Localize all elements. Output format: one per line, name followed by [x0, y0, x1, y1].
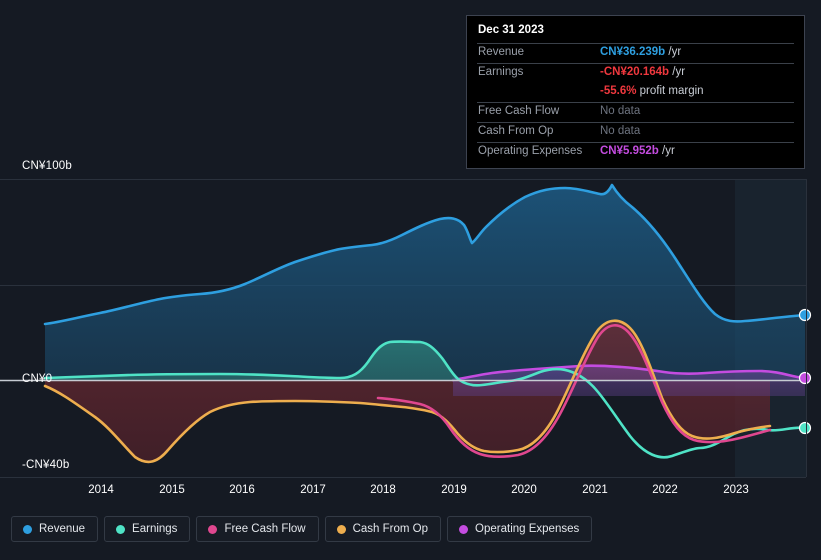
tooltip-label-free-cash-flow: Free Cash Flow: [478, 105, 560, 117]
tooltip-num-revenue: CN¥36.239b: [600, 46, 666, 58]
legend-label-revenue: Revenue: [39, 523, 86, 535]
y-tick-label-100b: CN¥100b: [22, 160, 72, 172]
tooltip-row-earnings: Earnings -CN¥20.164b /yr: [477, 63, 794, 83]
tooltip-row-free-cash-flow: Free Cash Flow No data: [477, 102, 794, 122]
x-tick-label-2021: 2021: [582, 484, 608, 496]
tooltip-num-operating-expenses: CN¥5.952b: [600, 145, 659, 157]
legend-label-free-cash-flow: Free Cash Flow: [224, 523, 306, 535]
x-tick-label-2018: 2018: [370, 484, 396, 496]
x-tick-label-2020: 2020: [511, 484, 537, 496]
y-tick-label-0: CN¥0: [22, 373, 53, 385]
x-tick-label-2022: 2022: [652, 484, 678, 496]
tooltip-num-earnings: -CN¥20.164b: [600, 66, 670, 78]
tooltip-unit-earnings: /yr: [672, 66, 686, 78]
y-tick-label-neg40b: -CN¥40b: [22, 459, 70, 471]
x-tick-label-2019: 2019: [441, 484, 467, 496]
tooltip-value-profit-margin: -55.6% profit margin: [600, 85, 704, 97]
legend-item-revenue[interactable]: Revenue: [11, 516, 99, 542]
tooltip-num-profit-margin: -55.6%: [600, 85, 637, 97]
legend-item-cash-from-op[interactable]: Cash From Op: [324, 516, 442, 542]
data-tooltip: Dec 31 2023 Revenue CN¥36.239b /yr Earni…: [466, 15, 805, 169]
chart-page: CN¥100b CN¥0 -CN¥40b 2014 2015 2016 2017…: [0, 0, 821, 560]
tooltip-value-free-cash-flow: No data: [600, 105, 641, 117]
tooltip-value-earnings: -CN¥20.164b /yr: [600, 66, 685, 78]
x-tick-label-2017: 2017: [300, 484, 326, 496]
tooltip-row-revenue: Revenue CN¥36.239b /yr: [477, 43, 794, 63]
legend-dot-operating-expenses-icon: [459, 524, 469, 534]
chart-legend: Revenue Earnings Free Cash Flow Cash Fro…: [11, 516, 593, 542]
tooltip-value-revenue: CN¥36.239b /yr: [600, 46, 681, 58]
tooltip-unit-revenue: /yr: [668, 46, 682, 58]
x-tick-label-2023: 2023: [723, 484, 749, 496]
tooltip-value-operating-expenses: CN¥5.952b /yr: [600, 145, 675, 157]
x-tick-label-2015: 2015: [159, 484, 185, 496]
legend-label-operating-expenses: Operating Expenses: [475, 523, 580, 535]
legend-dot-revenue-icon: [23, 524, 32, 534]
revenue-endpoint-dot: [798, 308, 812, 322]
legend-item-operating-expenses[interactable]: Operating Expenses: [447, 516, 593, 542]
tooltip-row-profit-margin: -55.6% profit margin: [477, 83, 794, 102]
tooltip-row-operating-expenses: Operating Expenses CN¥5.952b /yr: [477, 142, 794, 162]
tooltip-label-operating-expenses: Operating Expenses: [478, 145, 583, 157]
legend-label-cash-from-op: Cash From Op: [352, 523, 429, 535]
legend-dot-cash-from-op-icon: [336, 524, 346, 534]
opex-endpoint-dot: [798, 371, 812, 385]
legend-dot-earnings-icon: [116, 524, 126, 534]
legend-item-free-cash-flow[interactable]: Free Cash Flow: [196, 516, 319, 542]
tooltip-row-cash-from-op: Cash From Op No data: [477, 122, 794, 142]
legend-item-earnings[interactable]: Earnings: [104, 516, 191, 542]
tooltip-value-cash-from-op: No data: [600, 125, 641, 137]
tooltip-unit-operating-expenses: /yr: [662, 145, 675, 157]
tooltip-label-cash-from-op: Cash From Op: [478, 125, 554, 137]
legend-label-earnings: Earnings: [132, 523, 178, 535]
x-tick-label-2014: 2014: [88, 484, 114, 496]
legend-dot-free-cash-flow-icon: [208, 524, 218, 534]
earnings-endpoint-dot: [798, 421, 812, 435]
x-tick-label-2016: 2016: [229, 484, 255, 496]
tooltip-date: Dec 31 2023: [478, 24, 544, 36]
tooltip-label-revenue: Revenue: [478, 46, 525, 58]
tooltip-label-earnings: Earnings: [478, 66, 524, 78]
tooltip-unit-profit-margin: profit margin: [639, 85, 704, 97]
